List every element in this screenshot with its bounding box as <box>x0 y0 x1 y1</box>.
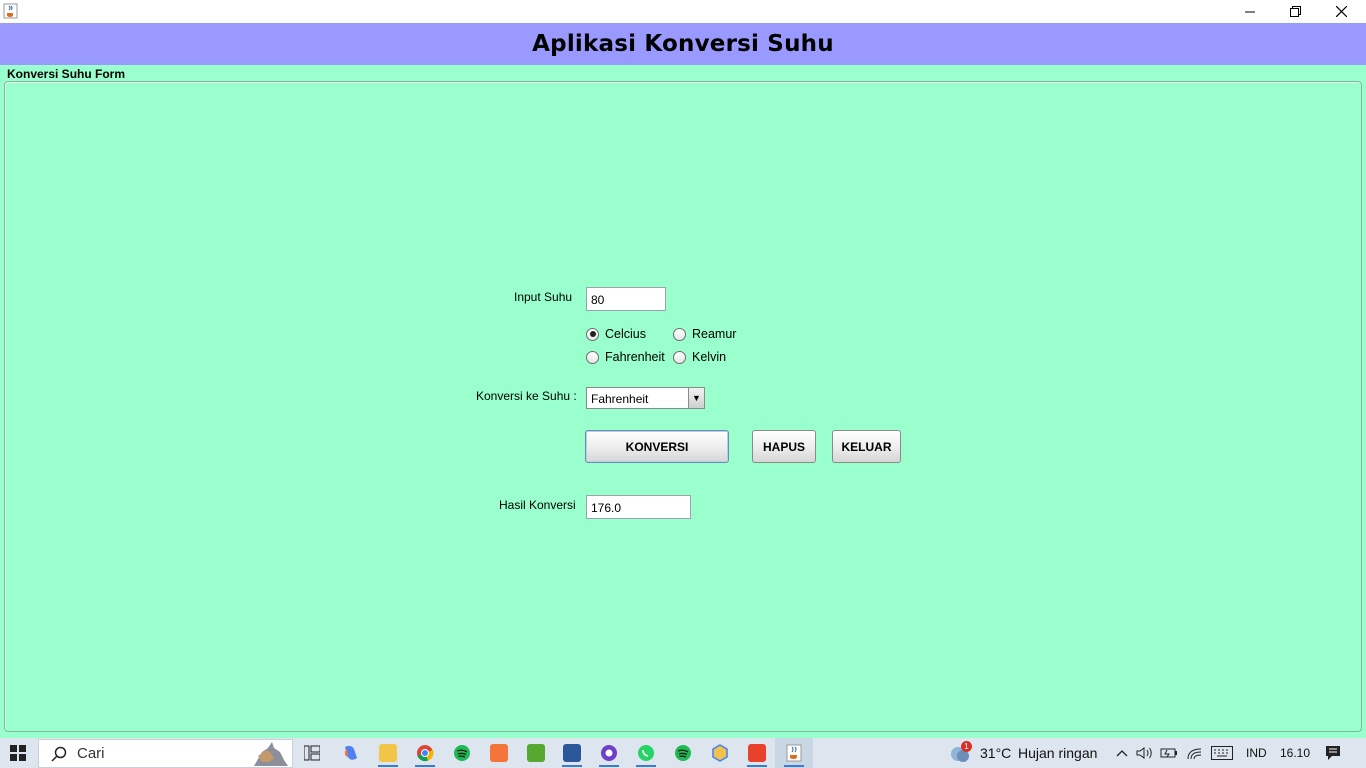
camtasia-button[interactable] <box>517 738 555 768</box>
office-icon <box>748 744 766 762</box>
wolf-illustration-icon <box>254 742 288 766</box>
copilot-icon <box>344 745 357 760</box>
show-hidden-icons-button[interactable] <box>1112 738 1132 768</box>
radio-unselected-icon <box>673 327 686 341</box>
target-unit-select[interactable]: Fahrenheit ▼ <box>586 387 705 409</box>
chrome-icon <box>417 745 434 762</box>
radio-unselected-icon <box>673 350 686 364</box>
konversi-button[interactable]: KONVERSI <box>585 430 729 463</box>
hasil-konversi-field[interactable]: 176.0 <box>586 495 691 519</box>
radio-kelvin[interactable]: Kelvin <box>673 350 726 364</box>
taskbar: Cari 1 31°C Hujan ringan IND 16.10 <box>0 738 1366 768</box>
clock[interactable]: 16.10 <box>1280 738 1310 768</box>
battery-button[interactable] <box>1158 738 1180 768</box>
form-title: Konversi Suhu Form <box>7 67 126 81</box>
spotify-button[interactable] <box>443 738 481 768</box>
spotify-icon <box>454 745 470 761</box>
speaker-icon <box>1136 747 1152 759</box>
java-app-button[interactable] <box>775 738 813 768</box>
github-desktop-button[interactable] <box>590 738 628 768</box>
search-placeholder: Cari <box>77 745 105 762</box>
search-icon <box>51 746 67 762</box>
radio-selected-icon <box>586 327 599 341</box>
windows-icon <box>10 745 26 761</box>
github-desktop-icon <box>601 745 617 761</box>
konversi-ke-label: Konversi ke Suhu : <box>476 389 577 403</box>
dropdown-arrow-icon[interactable]: ▼ <box>688 388 704 408</box>
radio-celcius[interactable]: Celcius <box>586 327 646 341</box>
notification-icon <box>1326 746 1340 760</box>
whatsapp-button[interactable] <box>627 738 665 768</box>
weather-badge: 1 <box>961 741 972 752</box>
form-area: Konversi Suhu Form Input Suhu 80 Celcius… <box>0 65 1366 738</box>
wifi-icon <box>1187 748 1202 760</box>
radio-fahrenheit[interactable]: Fahrenheit <box>586 350 665 364</box>
window-titlebar <box>0 0 1366 23</box>
radio-kelvin-label: Kelvin <box>692 350 727 364</box>
volume-button[interactable] <box>1135 738 1155 768</box>
file-explorer-button[interactable] <box>369 738 407 768</box>
input-suhu-field[interactable]: 80 <box>586 287 666 311</box>
target-unit-value: Fahrenheit <box>591 392 649 406</box>
spotify-icon <box>675 745 691 761</box>
close-button[interactable] <box>1318 0 1364 23</box>
network-button[interactable] <box>1184 738 1206 768</box>
task-view-button[interactable] <box>298 738 326 768</box>
battery-charging-icon <box>1160 748 1177 758</box>
xampp-button[interactable] <box>480 738 518 768</box>
notification-button[interactable] <box>1322 738 1344 768</box>
weather-text[interactable]: Hujan ringan <box>1018 738 1097 768</box>
start-button[interactable] <box>0 738 36 768</box>
hapus-button[interactable]: HAPUS <box>752 430 816 463</box>
office-button[interactable] <box>738 738 776 768</box>
restore-button[interactable] <box>1272 0 1318 23</box>
taskbar-search[interactable]: Cari <box>38 739 293 768</box>
radio-fahrenheit-label: Fahrenheit <box>605 350 665 364</box>
radio-reamur[interactable]: Reamur <box>673 327 736 341</box>
spotify-button-2[interactable] <box>664 738 702 768</box>
word-icon <box>563 744 581 762</box>
xampp-icon <box>490 744 508 762</box>
file-explorer-icon <box>379 744 397 762</box>
camtasia-icon <box>527 744 545 762</box>
radio-reamur-label: Reamur <box>692 327 737 341</box>
java-cup-icon <box>786 744 802 762</box>
hasil-konversi-label: Hasil Konversi <box>499 498 576 512</box>
radio-unselected-icon <box>586 350 599 364</box>
minimize-icon <box>1245 11 1255 12</box>
restore-icon <box>1289 6 1301 17</box>
keluar-button[interactable]: KELUAR <box>832 430 901 463</box>
minimize-button[interactable] <box>1227 0 1273 23</box>
weather-temp[interactable]: 31°C <box>980 738 1011 768</box>
touch-keyboard-button[interactable] <box>1209 738 1235 768</box>
chrome-button[interactable] <box>406 738 444 768</box>
word-button[interactable] <box>553 738 591 768</box>
keyboard-icon <box>1211 746 1233 760</box>
app-header: Aplikasi Konversi Suhu <box>0 23 1366 65</box>
copilot-button[interactable] <box>337 738 365 768</box>
chevron-up-icon <box>1116 750 1128 757</box>
language-indicator[interactable]: IND <box>1246 738 1267 768</box>
close-icon <box>1335 6 1347 17</box>
weather-widget-icon-wrap[interactable]: 1 <box>948 738 974 768</box>
app-title: Aplikasi Konversi Suhu <box>532 31 834 57</box>
input-suhu-label: Input Suhu <box>514 290 573 304</box>
java-cup-icon <box>3 3 18 19</box>
whatsapp-icon <box>638 745 654 761</box>
hex-app-button[interactable] <box>701 738 739 768</box>
radio-celcius-label: Celcius <box>605 327 646 341</box>
hexagon-app-icon <box>712 744 728 762</box>
task-view-icon <box>304 745 320 761</box>
